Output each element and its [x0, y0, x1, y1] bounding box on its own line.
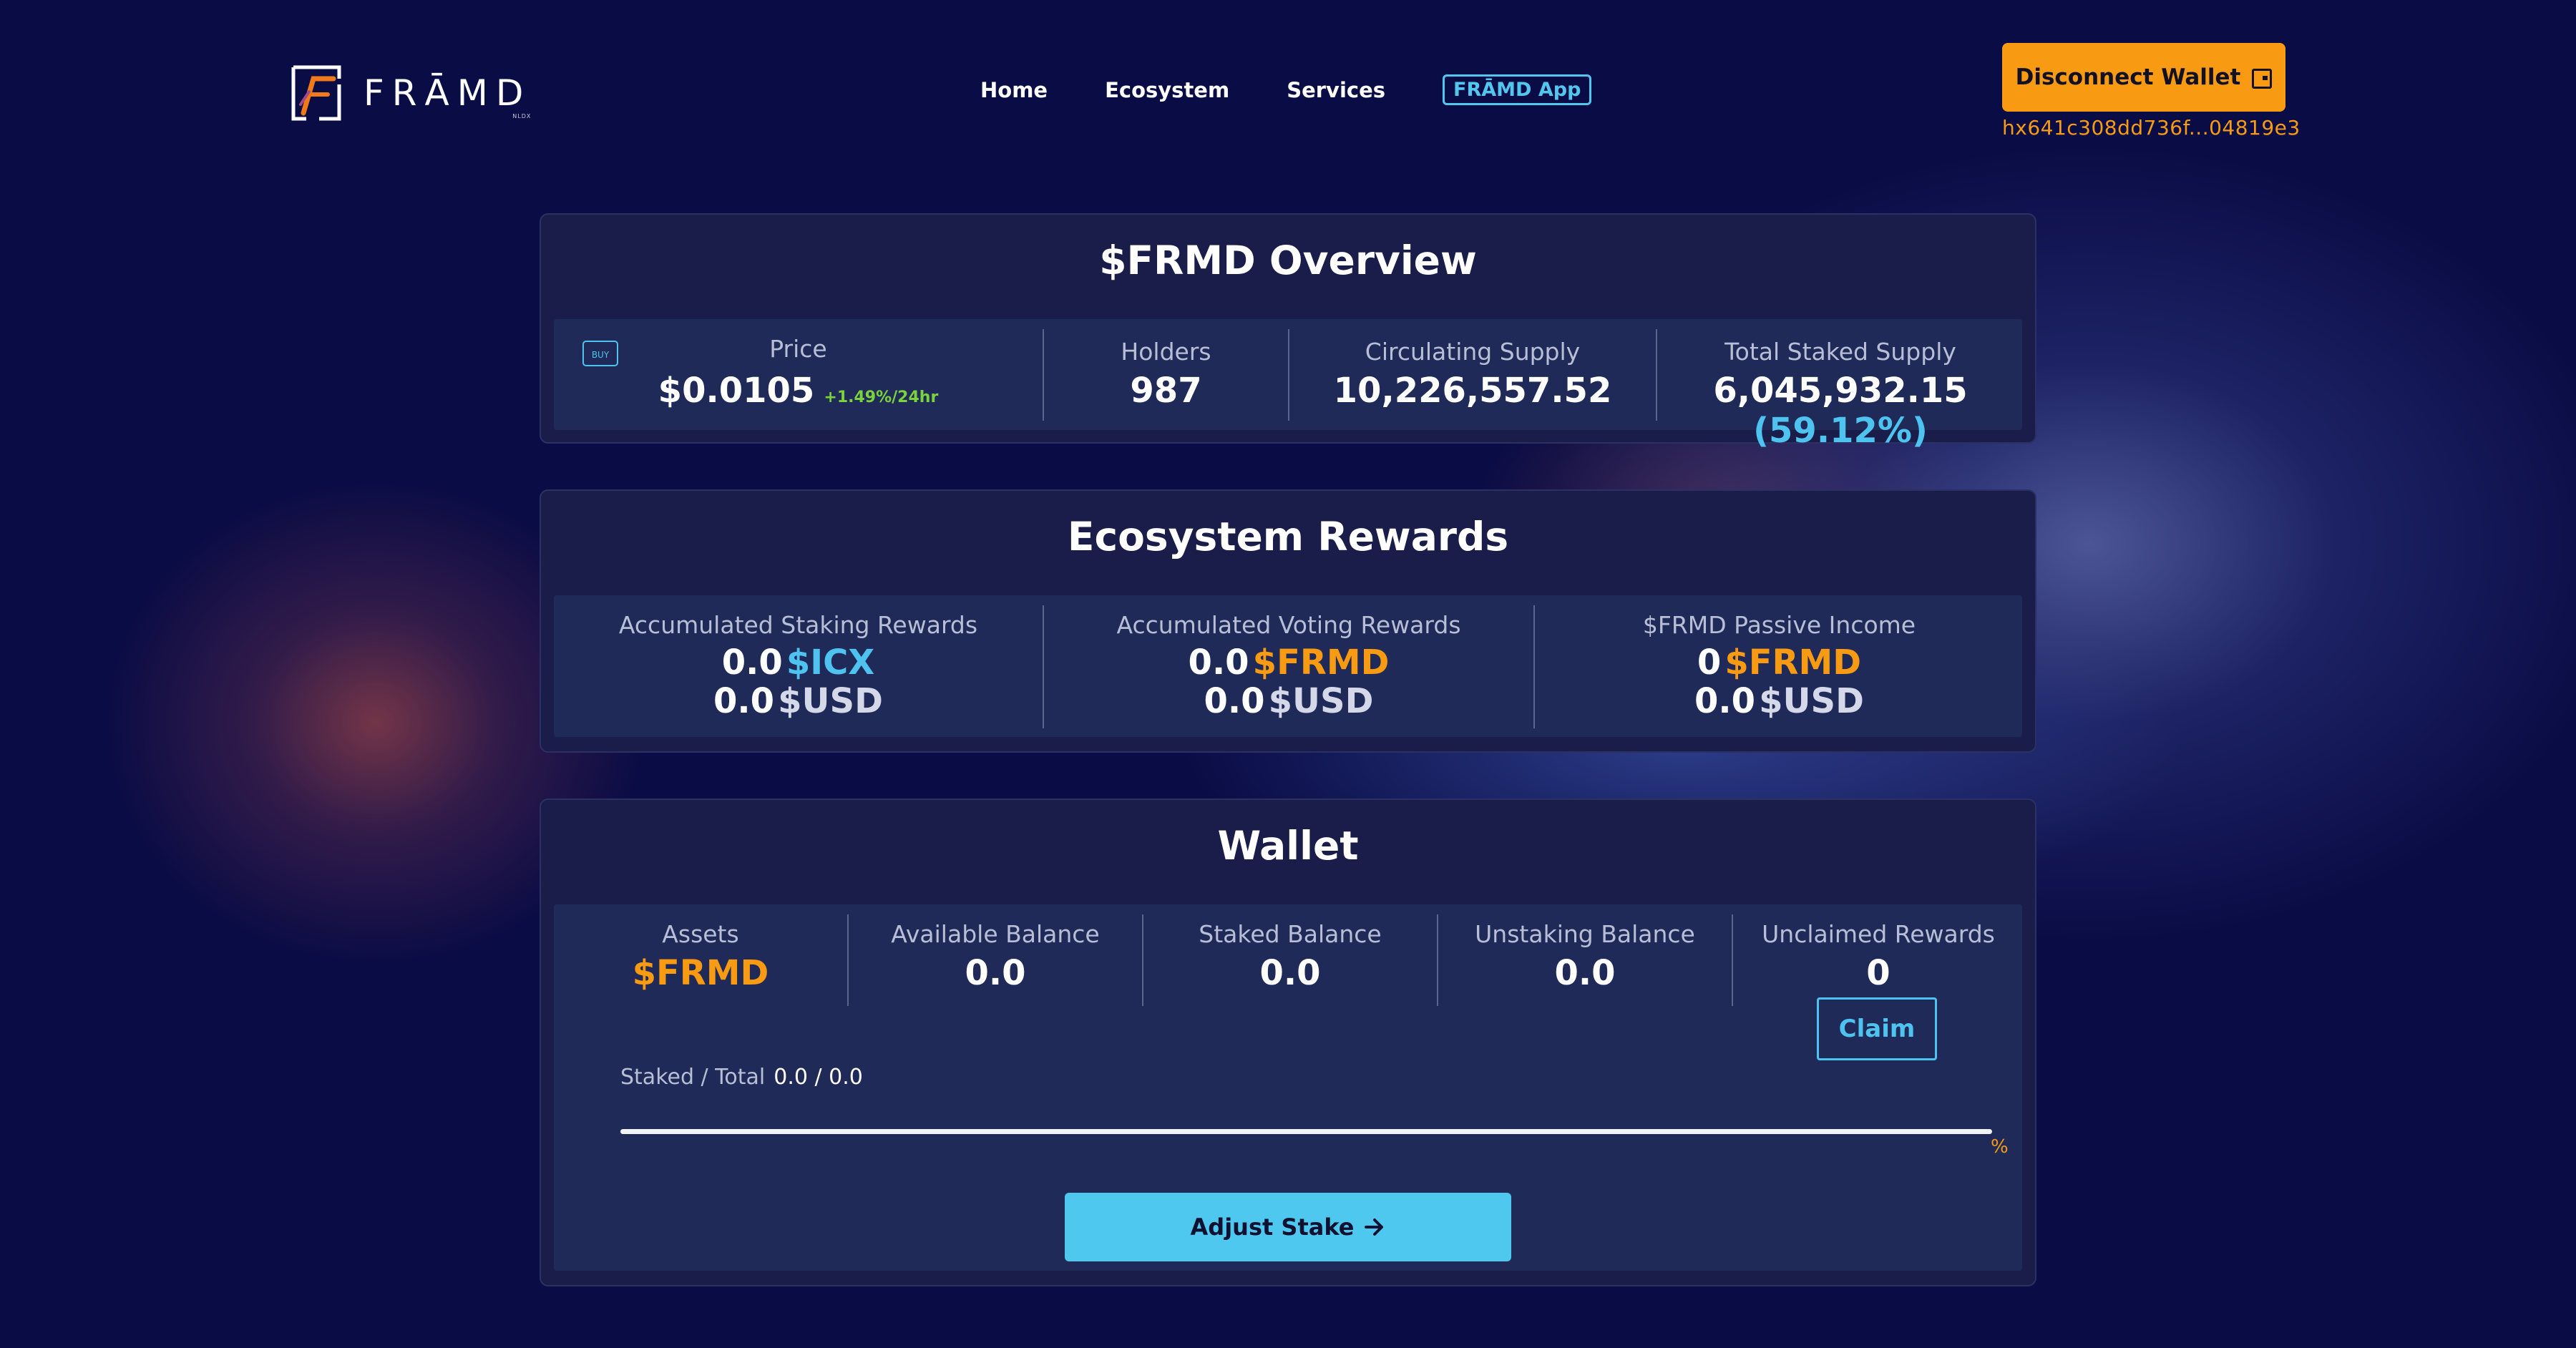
staked-total-value: 0.0 / 0.0	[774, 1065, 863, 1090]
passive-income-label: $FRMD Passive Income	[1642, 611, 1916, 639]
total-staked-supply-value: 6,045,932.15	[1713, 371, 1968, 411]
nav-framd-app[interactable]: FRĀMD App	[1443, 74, 1592, 105]
voting-rewards-token: $FRMD	[1252, 643, 1390, 683]
price-label: Price	[769, 335, 827, 363]
passive-income-token: $FRMD	[1724, 643, 1862, 683]
stake-progress-bar	[620, 1129, 1992, 1134]
assets-stat: Assets $FRMD	[554, 904, 847, 1012]
nav-ecosystem[interactable]: Ecosystem	[1105, 78, 1229, 102]
staked-balance-label: Staked Balance	[1199, 920, 1382, 948]
disconnect-wallet-button[interactable]: Disconnect Wallet	[2002, 43, 2285, 112]
voting-rewards-usd-unit: $USD	[1268, 681, 1374, 721]
overview-stats: BUY Price $0.0105 +1.49%/24hr Holders 98…	[554, 319, 2024, 451]
total-staked-supply-row: 6,045,932.15 (59.12%)	[1657, 371, 2024, 451]
price-stat: BUY Price $0.0105 +1.49%/24hr	[554, 319, 1043, 430]
passive-income-amount: 0	[1697, 643, 1722, 683]
assets-value: $FRMD	[632, 953, 769, 993]
total-staked-supply-label: Total Staked Supply	[1724, 338, 1956, 366]
unstaking-balance-value: 0.0	[1554, 953, 1616, 993]
passive-income-usd-unit: $USD	[1759, 681, 1864, 721]
voting-rewards-stat: Accumulated Voting Rewards 0.0 $FRMD 0.0…	[1044, 595, 1533, 737]
voting-rewards-token-row: 0.0 $FRMD	[1044, 643, 1533, 683]
logo-subtext: NLDX	[512, 113, 532, 119]
staking-rewards-token: $ICX	[786, 643, 875, 683]
available-balance-stat: Available Balance 0.0	[849, 904, 1142, 1012]
claim-button[interactable]: Claim	[1817, 997, 1937, 1060]
price-value: $0.0105	[658, 371, 815, 411]
overview-title: $FRMD Overview	[1099, 238, 1477, 283]
circulating-supply-value: 10,226,557.52	[1333, 371, 1612, 411]
price-row: $0.0105 +1.49%/24hr	[554, 371, 1043, 411]
assets-label: Assets	[662, 920, 739, 948]
nav-home[interactable]: Home	[980, 78, 1048, 102]
total-staked-supply-stat: Total Staked Supply 6,045,932.15 (59.12%…	[1657, 319, 2024, 451]
staking-rewards-usd-row: 0.0 $USD	[554, 681, 1043, 721]
adjust-stake-label: Adjust Stake	[1190, 1213, 1355, 1241]
staking-rewards-stat: Accumulated Staking Rewards 0.0 $ICX 0.0…	[554, 595, 1043, 737]
holders-stat: Holders 987	[1044, 319, 1288, 430]
passive-income-usd-amount: 0.0	[1694, 681, 1756, 721]
unclaimed-rewards-value: 0	[1866, 953, 1890, 993]
staked-balance-stat: Staked Balance 0.0	[1143, 904, 1437, 1012]
total-staked-supply-percent: (59.12%)	[1753, 411, 1928, 451]
staking-rewards-usd-amount: 0.0	[713, 681, 775, 721]
staking-rewards-amount: 0.0	[721, 643, 783, 683]
stake-progress-percent: %	[1991, 1136, 2009, 1158]
circulating-supply-stat: Circulating Supply 10,226,557.52	[1289, 319, 1656, 430]
overview-card: $FRMD Overview BUY Price $0.0105 +1.49%/…	[540, 213, 2036, 451]
holders-value: 987	[1130, 371, 1202, 411]
price-change: +1.49%/24hr	[824, 389, 939, 406]
unstaking-balance-label: Unstaking Balance	[1475, 920, 1695, 948]
passive-income-stat: $FRMD Passive Income 0 $FRMD 0.0 $USD	[1535, 595, 2024, 737]
framd-logo-icon	[291, 65, 341, 121]
adjust-stake-button[interactable]: Adjust Stake	[1065, 1193, 1511, 1261]
voting-rewards-usd-amount: 0.0	[1204, 681, 1265, 721]
unstaking-balance-stat: Unstaking Balance 0.0	[1438, 904, 1732, 1012]
staking-rewards-token-row: 0.0 $ICX	[554, 643, 1043, 683]
logo[interactable]: FRĀMD NLDX	[288, 63, 531, 123]
voting-rewards-amount: 0.0	[1188, 643, 1249, 683]
nav-services[interactable]: Services	[1287, 78, 1385, 102]
holders-label: Holders	[1121, 338, 1211, 366]
unclaimed-rewards-stat: Unclaimed Rewards 0	[1733, 904, 2024, 1012]
arrow-right-icon	[1365, 1218, 1384, 1236]
wallet-exit-icon	[2252, 69, 2273, 89]
staking-rewards-usd-unit: $USD	[778, 681, 883, 721]
ecosystem-rewards-title: Ecosystem Rewards	[1067, 514, 1509, 560]
wallet-title: Wallet	[1217, 823, 1359, 869]
main-nav: Home Ecosystem Services FRĀMD App	[980, 74, 1592, 105]
voting-rewards-usd-row: 0.0 $USD	[1044, 681, 1533, 721]
staked-total-label: Staked / Total 0.0 / 0.0	[620, 1065, 863, 1090]
voting-rewards-label: Accumulated Voting Rewards	[1116, 611, 1461, 639]
staking-rewards-label: Accumulated Staking Rewards	[618, 611, 978, 639]
passive-income-token-row: 0 $FRMD	[1535, 643, 2024, 683]
rewards-stats: Accumulated Staking Rewards 0.0 $ICX 0.0…	[554, 595, 2022, 737]
available-balance-label: Available Balance	[891, 920, 1100, 948]
wallet-address: hx641c308dd736f...04819e3	[2002, 116, 2301, 140]
available-balance-value: 0.0	[965, 953, 1026, 993]
staked-total-caption: Staked / Total	[620, 1065, 766, 1090]
staked-balance-value: 0.0	[1259, 953, 1321, 993]
unclaimed-rewards-label: Unclaimed Rewards	[1762, 920, 1995, 948]
ecosystem-rewards-card: Ecosystem Rewards Accumulated Staking Re…	[540, 489, 2036, 753]
disconnect-wallet-label: Disconnect Wallet	[2015, 64, 2241, 90]
logo-wordmark: FRĀMD NLDX	[364, 72, 532, 119]
circulating-supply-label: Circulating Supply	[1365, 338, 1581, 366]
passive-income-usd-row: 0.0 $USD	[1535, 681, 2024, 721]
